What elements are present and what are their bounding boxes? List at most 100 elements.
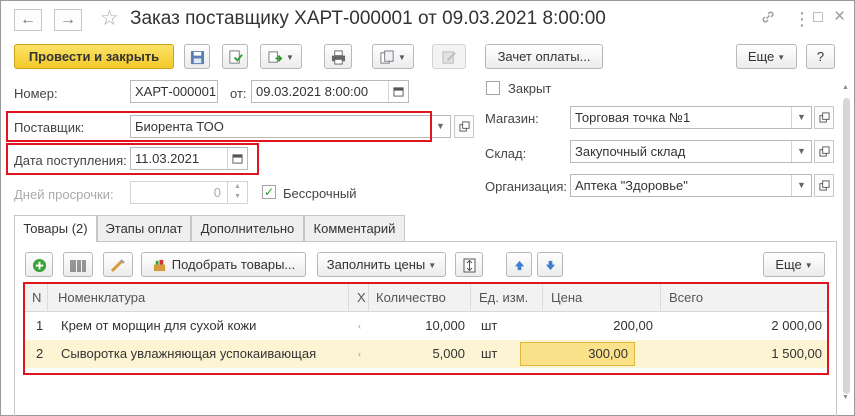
table-header-row: N Номенклатура Х Количество Ед. изм. Цен… (24, 284, 828, 312)
back-button[interactable]: ← (14, 9, 42, 31)
document-date-field[interactable]: 09.03.2021 8:00:00 (251, 80, 409, 103)
tab-additional[interactable]: Дополнительно (191, 215, 304, 241)
more-menu-icon[interactable]: ⋮ (793, 9, 811, 30)
table-row[interactable]: 1 Крем от морщин для сухой кожи ‹ 10,000… (24, 312, 828, 340)
tab-goods[interactable]: Товары (2) (14, 215, 97, 242)
organization-field[interactable]: Аптека "Здоровье" ▼ (570, 174, 812, 197)
fill-button[interactable] (103, 252, 133, 277)
tab-comment[interactable]: Комментарий (304, 215, 405, 241)
reports-button[interactable]: ▼ (372, 44, 414, 69)
payment-offset-button[interactable]: Зачет оплаты... (485, 44, 603, 69)
open-organization-button[interactable] (814, 174, 834, 197)
column-header-x[interactable]: Х (349, 284, 369, 312)
post-document-button[interactable] (222, 44, 248, 69)
dropdown-arrow-icon[interactable]: ▼ (430, 116, 450, 137)
calendar-icon[interactable] (227, 148, 247, 169)
dropdown-arrow-icon[interactable]: ▼ (791, 107, 811, 128)
row-price[interactable]: 200,00 (543, 312, 661, 340)
column-header-nomenclature[interactable]: Номенклатура (48, 284, 349, 312)
create-based-icon (268, 51, 283, 63)
row-number: 1 (36, 318, 44, 333)
basket-icon (153, 259, 165, 272)
pick-goods-button[interactable]: Подобрать товары... (141, 252, 306, 277)
create-based-on-button[interactable]: ▼ (260, 44, 302, 69)
unlimited-label: Бессрочный (283, 186, 357, 201)
row-nomenclature[interactable]: Сыворотка увлажняющая успокаивающая (48, 340, 349, 368)
move-down-button[interactable] (537, 252, 563, 277)
vertical-scrollbar[interactable]: ▲ ▼ (842, 84, 851, 404)
supplier-label: Поставщик: (14, 120, 85, 135)
close-icon[interactable]: × (834, 6, 845, 28)
overdue-days-field[interactable]: 0 ▲ ▼ (130, 181, 248, 204)
overdue-days-label: Дней просрочки: (14, 187, 114, 202)
arrow-down-icon (545, 260, 555, 271)
number-label: Номер: (14, 86, 58, 101)
open-warehouse-button[interactable] (814, 140, 834, 163)
save-button[interactable] (184, 44, 210, 69)
open-store-button[interactable] (814, 106, 834, 129)
supplier-field[interactable]: Биорента ТОО ▼ (130, 115, 451, 138)
chevron-down-icon: ▼ (428, 261, 437, 271)
table-row[interactable]: 2 Сыворотка увлажняющая успокаивающая ‹ … (24, 340, 828, 368)
post-and-close-button[interactable]: Провести и закрыть (14, 44, 174, 69)
store-label: Магазин: (485, 111, 539, 126)
more-actions-button[interactable]: Еще ▼ (736, 44, 797, 69)
warehouse-label: Склад: (485, 146, 527, 161)
barcode-button[interactable] (63, 252, 93, 277)
favorite-star-icon[interactable]: ☆ (100, 6, 119, 31)
open-supplier-button[interactable] (454, 115, 474, 138)
scroll-down-icon[interactable]: ▼ (842, 394, 849, 401)
fill-prices-button[interactable]: Заполнить цены ▼ (317, 252, 446, 277)
arrow-left-icon: ← (20, 11, 36, 28)
row-total: 2 000,00 (771, 318, 822, 333)
date-from-label: от: (230, 86, 247, 101)
row-nomenclature[interactable]: Крем от морщин для сухой кожи (48, 312, 349, 340)
row-quantity[interactable]: 5,000 (369, 340, 471, 368)
column-header-quantity[interactable]: Количество (369, 284, 471, 312)
store-field[interactable]: Торговая точка №1 ▼ (570, 106, 812, 129)
maximize-icon[interactable]: □ (813, 9, 823, 27)
closed-label: Закрыт (508, 81, 552, 96)
open-form-icon (458, 121, 470, 132)
chevron-down-icon: ▼ (804, 261, 813, 271)
spinner-arrows-icon[interactable]: ▲ ▼ (227, 182, 247, 203)
toggle-height-button[interactable] (455, 252, 483, 277)
arrival-date-label: Дата поступления: (14, 153, 127, 168)
scroll-up-icon[interactable]: ▲ (842, 84, 849, 91)
column-header-n[interactable]: N (24, 284, 48, 312)
number-field[interactable]: ХАРТ-000001 (130, 80, 218, 103)
row-characteristic-icon[interactable]: ‹ (349, 312, 369, 340)
move-up-button[interactable] (506, 252, 532, 277)
calendar-icon[interactable] (388, 81, 408, 102)
row-unit[interactable]: шт (471, 312, 543, 340)
scrollbar-thumb[interactable] (843, 98, 850, 394)
resize-vertical-icon (463, 258, 475, 273)
add-row-button[interactable] (25, 252, 53, 277)
table-more-button[interactable]: Еще ▼ (763, 252, 825, 277)
help-button[interactable]: ? (806, 44, 835, 69)
warehouse-field[interactable]: Закупочный склад ▼ (570, 140, 812, 163)
link-icon[interactable] (760, 9, 776, 30)
column-header-unit[interactable]: Ед. изм. (471, 284, 543, 312)
column-header-price[interactable]: Цена (543, 284, 661, 312)
row-characteristic-icon[interactable]: ‹ (349, 340, 369, 368)
row-price-editing[interactable]: 300,00 (520, 342, 635, 366)
edit-disabled-button[interactable] (432, 44, 466, 69)
closed-checkbox[interactable] (486, 81, 500, 95)
dropdown-arrow-icon[interactable]: ▼ (791, 141, 811, 162)
edit-pencil-icon (441, 51, 456, 64)
floppy-disk-icon (190, 51, 204, 65)
printer-icon (331, 50, 345, 65)
chevron-down-icon: ▼ (777, 53, 786, 63)
column-header-total[interactable]: Всего (661, 284, 828, 312)
forward-button[interactable]: → (54, 9, 82, 31)
print-button[interactable] (324, 44, 352, 69)
arrow-right-icon: → (60, 11, 76, 28)
arrival-date-field[interactable]: 11.03.2021 (130, 147, 248, 170)
open-form-icon (818, 112, 830, 123)
document-post-icon (228, 50, 243, 64)
dropdown-arrow-icon[interactable]: ▼ (791, 175, 811, 196)
tab-payment-stages[interactable]: Этапы оплат (97, 215, 191, 241)
unlimited-checkbox[interactable]: ✓ (262, 185, 276, 199)
row-quantity[interactable]: 10,000 (369, 312, 471, 340)
